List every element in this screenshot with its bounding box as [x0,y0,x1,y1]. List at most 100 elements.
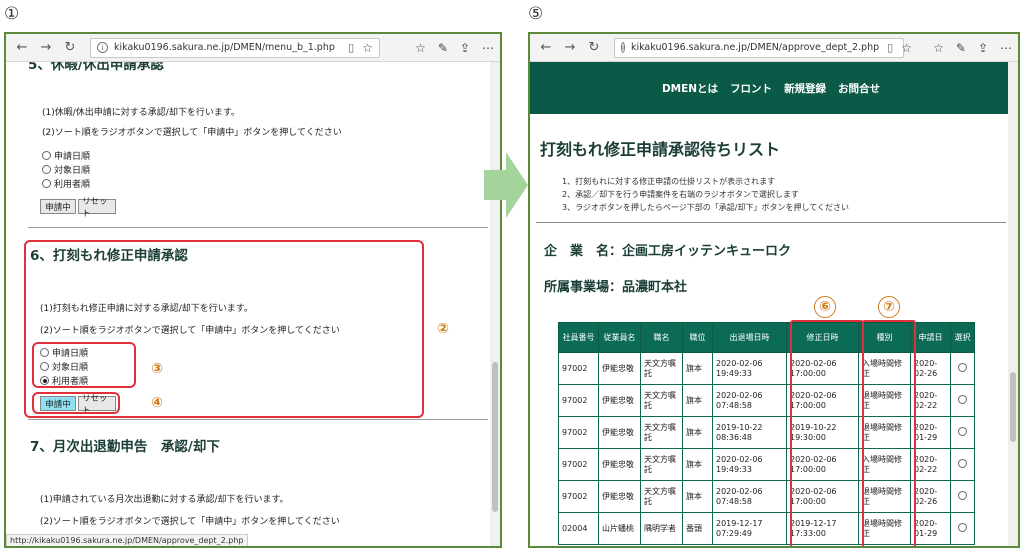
page-content: DMENとは フロント 新規登録 お問合せ 打刻もれ修正申請承認待ちリスト 1、… [530,62,1018,546]
table-cell: 旗本 [682,448,713,481]
select-cell[interactable] [950,352,975,385]
section-7-heading: 7、月次出退勤申告 承認/却下 [30,439,220,455]
scrollbar-thumb[interactable] [492,362,498,512]
refresh-icon[interactable]: ↻ [584,38,604,58]
info-icon[interactable]: i [97,42,108,53]
table-cell: 伊能忠敬 [598,448,641,481]
callout-number-3: ③ [151,361,163,377]
table-cell: 天文方嘱託 [640,480,683,513]
office-info: 所属事業場：品濃町本社 [544,280,688,295]
table-cell: 02004 [558,512,599,545]
share-icon[interactable]: ⇪ [460,41,470,55]
table-cell: 旗本 [682,416,713,449]
select-cell[interactable] [950,384,975,417]
address-bar[interactable]: i kikaku0196.sakura.ne.jp/DMEN/approve_d… [614,37,912,58]
section-5-line-2: (2)ソート順をラジオボタンで選択して「申請中」ボタンを押してください [42,128,342,138]
radio-icon[interactable] [42,165,51,174]
radio-icon[interactable] [42,151,51,160]
table-cell: 伊能忠敬 [598,416,641,449]
table-cell: 2020-02-22 [910,384,951,417]
callout-box-correction-time [790,320,864,546]
table-cell: 旗本 [682,384,713,417]
table-cell: 97002 [558,480,599,513]
share-icon[interactable]: ⇪ [978,41,988,55]
table-cell: 2020-02-06 19:49:33 [712,352,787,385]
address-bar[interactable]: i kikaku0196.sakura.ne.jp/DMEN/menu_b_1.… [90,37,380,58]
table-cell: 伊能忠敬 [598,384,641,417]
callout-box-type [862,320,916,546]
info-icon[interactable]: i [621,42,625,53]
table-cell: 97002 [558,352,599,385]
table-cell: 2020-01-29 [910,512,951,545]
table-cell: 旗本 [682,352,713,385]
select-cell[interactable] [950,480,975,513]
row-select-radio-icon[interactable] [958,458,967,468]
page-content: 5、休暇/休出申請承認 (1)休暇/休出申請に対する承認/却下を行います。 (2… [6,62,500,546]
nav-contact[interactable]: お問合せ [838,81,880,96]
callout-number-2: ② [437,321,449,337]
callout-number-4: ④ [151,395,163,411]
divider [536,222,1006,223]
table-cell: 2019-10-22 08:36:48 [712,416,787,449]
col-header: 職位 [682,322,713,353]
row-select-radio-icon[interactable] [958,394,967,404]
pen-icon[interactable]: ✎ [956,41,966,55]
favorites-hub-icon[interactable]: ☆ [415,41,426,55]
favorites-hub-icon[interactable]: ☆ [933,41,944,55]
more-icon[interactable]: ⋯ [482,41,494,55]
refresh-icon[interactable]: ↻ [60,38,80,58]
divider [28,227,488,228]
s5-apply-button[interactable]: 申請中 [40,199,76,214]
reading-view-icon[interactable]: ▯ [348,41,354,54]
nav-register[interactable]: 新規登録 [784,81,826,96]
select-cell[interactable] [950,448,975,481]
select-cell[interactable] [950,512,975,545]
s5-radio-user[interactable]: 利用者順 [42,177,90,190]
table-cell: 伊能忠敬 [598,352,641,385]
note-1: 1、打刻もれに対する修正申請の仕掛リストが表示されます [562,177,776,186]
divider [28,419,488,420]
more-icon[interactable]: ⋯ [1000,41,1012,55]
select-cell[interactable] [950,416,975,449]
row-select-radio-icon[interactable] [958,362,967,372]
right-browser-window: ← → ↻ i kikaku0196.sakura.ne.jp/DMEN/app… [528,32,1020,548]
s5-radio-target-date[interactable]: 対象日順 [42,163,90,176]
table-cell: 天文方嘱託 [640,384,683,417]
table-cell: 2020-02-22 [910,448,951,481]
table-cell: 天文方嘱託 [640,352,683,385]
scrollbar[interactable] [1008,62,1018,546]
forward-icon[interactable]: → [36,38,56,58]
section-5-heading: 5、休暇/休出申請承認 [28,62,164,73]
nav-front[interactable]: フロント [730,81,772,96]
table-cell: 2020-01-29 [910,416,951,449]
s5-radio-apply-date[interactable]: 申請日順 [42,149,90,162]
favorite-star-icon[interactable]: ☆ [362,41,373,55]
callout-number-7: ⑦ [878,296,900,318]
row-select-radio-icon[interactable] [958,490,967,500]
callout-box-radio-group [32,342,136,388]
scrollbar[interactable] [490,62,500,546]
company-info: 企 業 名：企画工房イッテンキューロク [544,244,792,259]
scrollbar-thumb[interactable] [1010,372,1016,442]
left-browser-window: ← → ↻ i kikaku0196.sakura.ne.jp/DMEN/men… [4,32,502,548]
s5-reset-button[interactable]: リセット [78,197,116,219]
radio-icon[interactable] [42,179,51,188]
row-select-radio-icon[interactable] [958,426,967,436]
browser-toolbar: ← → ↻ i kikaku0196.sakura.ne.jp/DMEN/app… [530,34,1018,62]
favorite-star-icon[interactable]: ☆ [901,41,912,55]
row-select-radio-icon[interactable] [958,522,967,532]
section-7-line-1: (1)申請されている月次出退勤に対する承認/却下を行います。 [40,495,289,505]
step-marker-1: ① [4,4,20,24]
back-icon[interactable]: ← [536,38,556,58]
reading-view-icon[interactable]: ▯ [887,41,893,54]
forward-icon[interactable]: → [560,38,580,58]
back-icon[interactable]: ← [12,38,32,58]
address-url: kikaku0196.sakura.ne.jp/DMEN/menu_b_1.ph… [114,42,335,53]
table-cell: 番頭 [682,512,713,545]
table-cell: 97002 [558,448,599,481]
nav-about[interactable]: DMENとは [662,81,718,96]
table-cell: 2020-02-26 [910,480,951,513]
pen-icon[interactable]: ✎ [438,41,448,55]
table-cell: 天文方嘱託 [640,416,683,449]
table-cell: 隅明学者 [640,512,683,545]
